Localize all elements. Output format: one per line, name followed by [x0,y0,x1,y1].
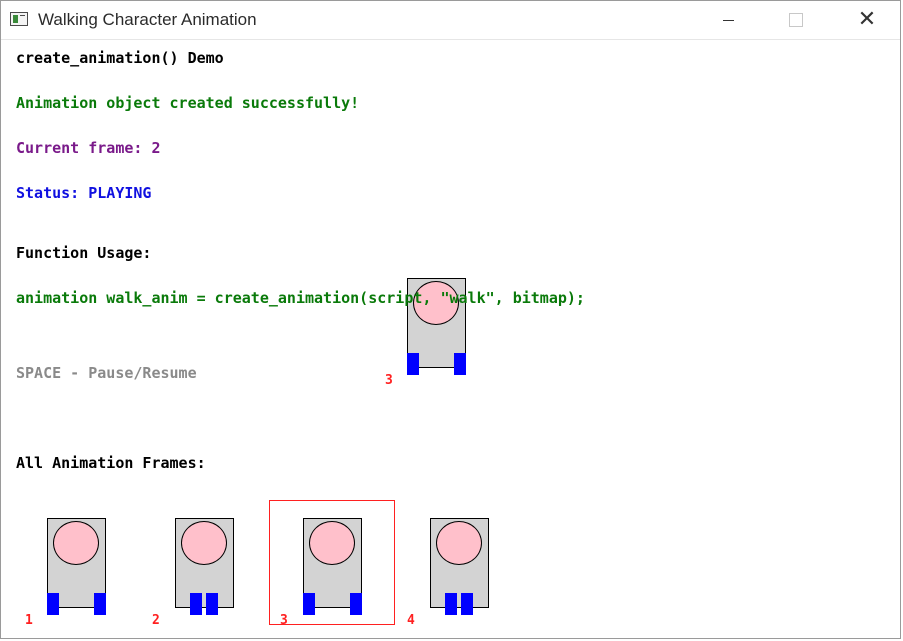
character-head [309,521,355,565]
character-right-foot [454,353,466,375]
maximize-icon [789,13,803,27]
usage-heading: Function Usage: [16,244,152,262]
minimize-button[interactable] [698,1,758,39]
controls-hint: SPACE - Pause/Resume [16,364,197,382]
character-left-foot [407,353,419,375]
current-frame-text: Current frame: 2 [16,139,161,157]
frame-number: 2 [152,614,160,624]
title-bar[interactable]: Walking Character Animation ✕ [1,1,900,40]
frame-thumbnail [175,518,234,618]
demo-heading: create_animation() Demo [16,49,224,67]
character-head [181,521,227,565]
frame-thumbnail [47,518,106,618]
app-window-icon [10,12,28,26]
character-right-foot [206,593,218,615]
status-text: Status: PLAYING [16,184,152,202]
character-right-foot [94,593,106,615]
character-head [436,521,482,565]
frame-number: 1 [25,614,33,624]
character-left-foot [303,593,315,615]
frame-number: 4 [407,614,415,624]
frame-thumbnail [430,518,489,618]
character-left-foot [190,593,202,615]
close-button[interactable]: ✕ [837,1,897,39]
close-icon: ✕ [857,7,877,32]
maximize-button[interactable] [766,1,826,39]
character-left-foot [445,593,457,615]
character-left-foot [47,593,59,615]
minimize-icon [722,19,734,21]
character-head [53,521,99,565]
character-right-foot [350,593,362,615]
character-right-foot [461,593,473,615]
frames-heading: All Animation Frames: [16,454,206,472]
frame-number: 3 [280,614,288,624]
success-message: Animation object created successfully! [16,94,360,112]
window-title: Walking Character Animation [38,10,257,29]
frame-thumbnail [303,518,362,618]
usage-code: animation walk_anim = create_animation(s… [16,289,585,307]
preview-frame-number: 3 [385,374,393,384]
